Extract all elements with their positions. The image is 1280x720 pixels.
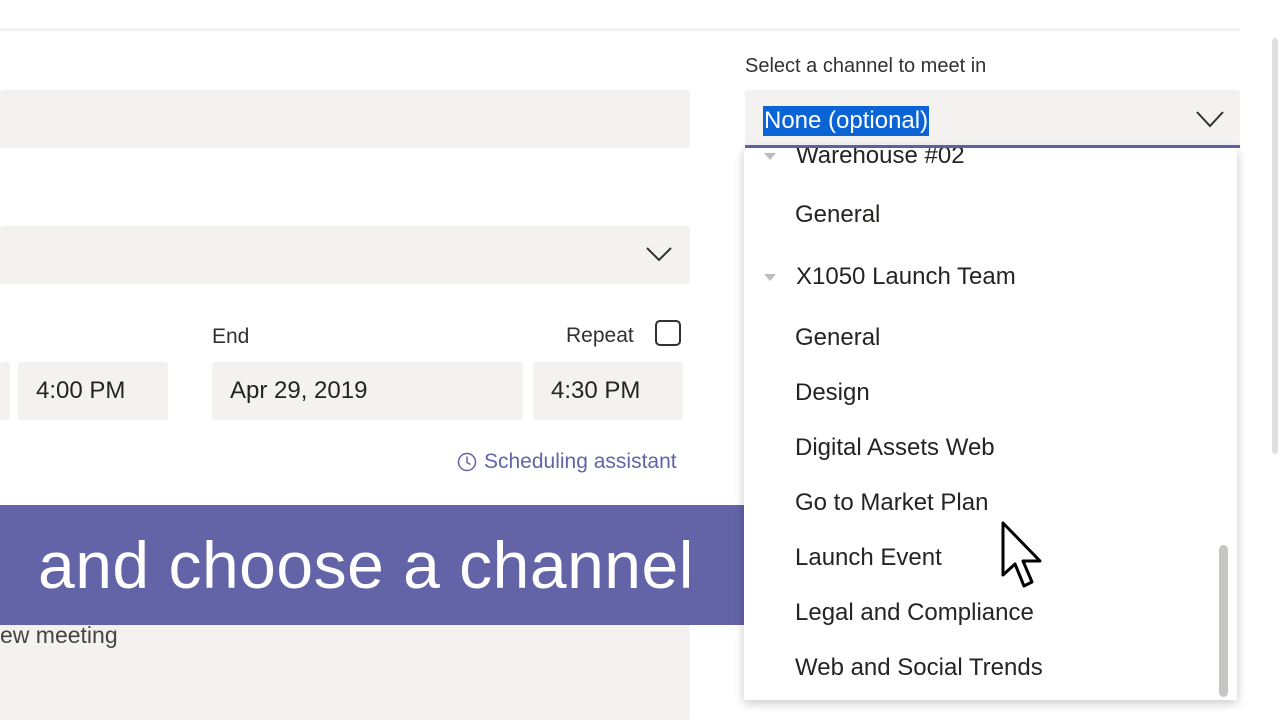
caption-text: and choose a channel [38, 528, 694, 602]
caret-down-icon [764, 152, 776, 160]
channel-select-label: Select a channel to meet in [745, 55, 987, 77]
channel-item[interactable]: General [795, 201, 880, 229]
channel-dropdown-list[interactable]: Warehouse #02 General X1050 Launch Team … [744, 148, 1237, 700]
scheduling-assistant-label: Scheduling assistant [484, 450, 677, 473]
repeat-checkbox[interactable] [655, 320, 681, 346]
title-input[interactable] [0, 90, 690, 148]
channel-select-value[interactable]: None (optional) [763, 106, 930, 136]
repeat-label: Repeat [566, 324, 634, 347]
start-date-field[interactable] [0, 362, 10, 420]
channel-item[interactable]: Launch Event [795, 544, 942, 572]
mouse-cursor-icon [1001, 521, 1042, 588]
scheduling-assistant-link[interactable]: Scheduling assistant [457, 450, 677, 474]
channel-item[interactable]: Design [795, 379, 870, 407]
top-divider [0, 28, 1240, 31]
team-name: X1050 Launch Team [796, 263, 1016, 290]
start-time-field[interactable]: 4:00 PM [18, 362, 168, 420]
channel-item[interactable]: Web and Social Trends [795, 654, 1043, 682]
end-label: End [212, 325, 250, 348]
clock-icon [457, 452, 477, 472]
caret-down-icon [764, 273, 776, 281]
caption-banner: and choose a channel [0, 505, 764, 625]
attendees-picker[interactable] [0, 226, 690, 284]
end-time-field[interactable]: 4:30 PM [533, 362, 683, 420]
chevron-down-icon[interactable] [1196, 110, 1224, 128]
channel-item[interactable]: Legal and Compliance [795, 599, 1034, 627]
team-header[interactable]: Warehouse #02 [764, 148, 965, 170]
team-name: Warehouse #02 [796, 148, 965, 169]
chevron-down-icon[interactable] [646, 244, 672, 264]
page-scrollbar[interactable] [1272, 38, 1278, 454]
team-header[interactable]: X1050 Launch Team [764, 263, 1016, 291]
dropdown-scrollbar[interactable] [1219, 545, 1228, 697]
channel-item[interactable]: Digital Assets Web [795, 434, 995, 462]
channel-item[interactable]: General [795, 324, 880, 352]
channel-item[interactable]: Go to Market Plan [795, 489, 988, 517]
channel-select[interactable]: None (optional) [745, 90, 1240, 148]
details-text: ew meeting [0, 622, 118, 648]
end-date-field[interactable]: Apr 29, 2019 [212, 362, 523, 420]
